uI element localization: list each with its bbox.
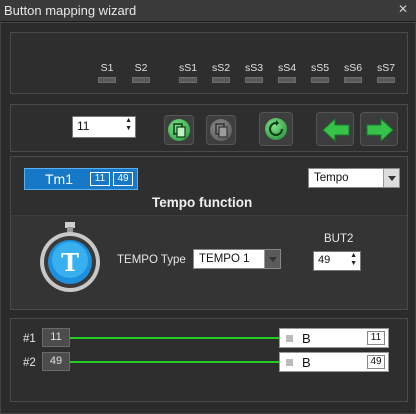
- slot-ss7: sS7: [377, 62, 396, 83]
- slot-label: sS7: [377, 62, 396, 74]
- slot-ss1: sS1: [179, 62, 198, 83]
- refresh-icon: [265, 118, 287, 140]
- stepper-arrows-icon[interactable]: ▲ ▼: [125, 117, 132, 133]
- refresh-button[interactable]: [259, 112, 293, 146]
- function-dropdown[interactable]: Tempo: [308, 168, 400, 188]
- slot-indicator: [311, 77, 329, 83]
- tm-badge-2: 49: [113, 172, 133, 186]
- target-handle-icon: [286, 335, 293, 342]
- paste-button[interactable]: [206, 115, 236, 145]
- number-value: 11: [77, 119, 90, 133]
- slot-ss3: sS3: [245, 62, 264, 83]
- slot-indicator: [344, 77, 362, 83]
- title-bar: Button mapping wizard ✕: [0, 0, 416, 22]
- slot-label: sS2: [212, 62, 231, 74]
- tempo-type-dropdown[interactable]: TEMPO 1: [193, 249, 281, 269]
- stopwatch-icon: T: [36, 220, 104, 292]
- mapping-row-label: #2: [23, 357, 36, 369]
- slot-indicator: [278, 77, 296, 83]
- function-dropdown-value: Tempo: [314, 172, 349, 184]
- tempo-type-value: TEMPO 1: [199, 253, 250, 265]
- chevron-down-icon[interactable]: [264, 250, 280, 268]
- copy-icon: [168, 119, 190, 141]
- tm-badge-1: 11: [90, 172, 110, 186]
- number-stepper[interactable]: 11 ▲ ▼: [72, 116, 136, 138]
- slot-indicator: [212, 77, 230, 83]
- but-label: BUT2: [324, 233, 354, 245]
- paste-icon: [210, 119, 232, 141]
- slot-indicator: [179, 77, 197, 83]
- stopwatch-letter: T: [61, 248, 79, 277]
- mapping-target[interactable]: B 11: [279, 328, 389, 348]
- slot-s1: S1: [98, 62, 116, 83]
- slot-label: S2: [134, 62, 148, 74]
- arrow-left-icon: [322, 117, 350, 143]
- slot-ss4: sS4: [278, 62, 297, 83]
- slot-label: sS6: [344, 62, 363, 74]
- section-title: Tempo function: [152, 195, 253, 210]
- slot-s2: S2: [132, 62, 150, 83]
- tm1-button[interactable]: Tm1 11 49: [24, 168, 138, 190]
- target-label: B: [302, 355, 311, 370]
- mapping-row-label: #1: [23, 333, 36, 345]
- target-number: 49: [367, 355, 385, 369]
- previous-button[interactable]: [316, 112, 354, 146]
- target-number: 11: [367, 331, 385, 345]
- slot-ss5: sS5: [311, 62, 330, 83]
- mapping-wire: [70, 361, 280, 363]
- stepper-arrows-icon[interactable]: ▲ ▼: [350, 252, 357, 268]
- mapping-wire: [70, 337, 280, 339]
- mapping-target[interactable]: B 49: [279, 352, 389, 372]
- slot-indicator: [245, 77, 263, 83]
- window-title: Button mapping wizard: [4, 3, 137, 18]
- tempo-type-label: TEMPO Type: [117, 254, 186, 266]
- slot-label: sS4: [278, 62, 297, 74]
- next-button[interactable]: [360, 112, 398, 146]
- slot-ss2: sS2: [212, 62, 231, 83]
- slot-indicator: [132, 77, 150, 83]
- slot-ss6: sS6: [344, 62, 363, 83]
- but-stepper[interactable]: 49 ▲ ▼: [313, 251, 361, 271]
- target-label: B: [302, 331, 311, 346]
- tm-label: Tm1: [45, 171, 73, 187]
- chevron-down-icon[interactable]: [383, 169, 399, 187]
- mapping-source-number: 11: [42, 328, 70, 347]
- but-value: 49: [318, 254, 331, 266]
- copy-button[interactable]: [164, 115, 194, 145]
- slot-label: S1: [100, 62, 114, 74]
- arrow-right-icon: [366, 117, 394, 143]
- close-icon[interactable]: ✕: [396, 2, 410, 16]
- target-handle-icon: [286, 359, 293, 366]
- slot-label: sS5: [311, 62, 330, 74]
- mapping-source-number: 49: [42, 352, 70, 371]
- slot-label: sS1: [179, 62, 198, 74]
- slot-label: sS3: [245, 62, 264, 74]
- slot-indicator: [377, 77, 395, 83]
- slot-indicator: [98, 77, 116, 83]
